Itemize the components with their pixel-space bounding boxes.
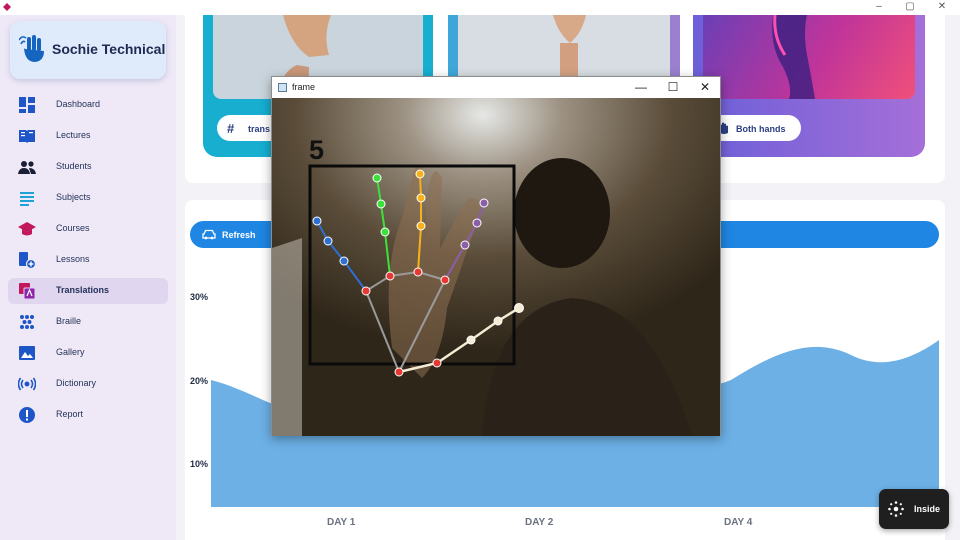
card-chip-label: Both hands <box>736 124 786 134</box>
camera-frame-window[interactable]: frame — ☐ ✕ 5 <box>271 76 721 436</box>
sidebar-item-label: Translations <box>56 285 110 295</box>
frame-window-icon <box>278 83 287 92</box>
lessons-icon <box>19 252 36 269</box>
graduation-cap-icon <box>18 222 36 236</box>
sidebar-item-subjects[interactable]: Subjects <box>8 185 168 211</box>
sidebar-item-label: Lessons <box>56 254 90 264</box>
sidebar-item-braille[interactable]: Braille <box>8 309 168 335</box>
x-tick-label: DAY 2 <box>525 517 554 528</box>
maximize-button[interactable]: ▢ <box>903 1 917 13</box>
sidebar-item-dashboard[interactable]: Dashboard <box>8 92 168 118</box>
finger-count-label: 5 <box>309 135 325 165</box>
sidebar-item-label: Dictionary <box>56 378 97 388</box>
camera-feed: 5 <box>272 98 720 436</box>
people-icon <box>18 161 36 174</box>
frame-close-button[interactable]: ✕ <box>697 80 713 94</box>
sidebar-item-label: Report <box>56 409 84 419</box>
x-tick-label: DAY 4 <box>724 517 753 528</box>
sign-hand-icon <box>19 35 44 62</box>
sidebar-item-label: Dashboard <box>56 99 101 109</box>
sidebar-item-students[interactable]: Students <box>8 154 168 180</box>
hashtag-icon: # <box>227 121 235 136</box>
card-chip-label: trans <box>248 124 271 134</box>
sidebar-item-label: Courses <box>56 223 90 233</box>
sidebar-item-lectures[interactable]: Lectures <box>8 123 168 149</box>
sidebar-item-label: Braille <box>56 316 82 326</box>
braille-icon <box>20 315 34 329</box>
card-image <box>703 14 915 99</box>
inside-label: Inside <box>914 504 941 514</box>
x-tick-label: DAY 1 <box>327 517 356 528</box>
frame-title: frame <box>292 82 316 92</box>
refresh-label: Refresh <box>222 230 256 240</box>
category-card[interactable]: Both hands <box>693 14 925 157</box>
alert-icon <box>19 407 35 423</box>
frame-title-bar[interactable]: frame — ☐ ✕ <box>272 77 720 98</box>
brand-card[interactable]: Sochie Technical <box>10 21 166 79</box>
translate-icon <box>19 283 36 300</box>
sparkle-icon <box>888 501 904 517</box>
y-tick-label: 30% <box>190 292 209 302</box>
minimize-button[interactable]: – <box>872 1 886 13</box>
camera-image <box>272 98 720 436</box>
sidebar-item-report[interactable]: Report <box>8 402 168 428</box>
image-icon <box>19 346 35 360</box>
frame-maximize-button[interactable]: ☐ <box>665 80 681 94</box>
sidebar: Sochie Technical Dashboard Lectures Stud… <box>0 15 176 540</box>
close-button[interactable]: ✕ <box>935 1 949 13</box>
y-tick-label: 10% <box>190 459 209 469</box>
car-icon <box>202 229 216 240</box>
sidebar-item-gallery[interactable]: Gallery <box>8 340 168 366</box>
sidebar-item-dictionary[interactable]: Dictionary <box>8 371 168 397</box>
sidebar-item-label: Lectures <box>56 130 91 140</box>
brand-name: Sochie Technical <box>52 41 166 57</box>
inside-button[interactable]: Inside <box>879 489 949 529</box>
book-icon <box>19 130 35 143</box>
y-tick-label: 20% <box>190 376 209 386</box>
sidebar-item-courses[interactable]: Courses <box>8 216 168 242</box>
window-title-bar: – ▢ ✕ <box>0 0 960 15</box>
neon-hand-image <box>772 14 815 99</box>
sidebar-item-translations[interactable]: Translations <box>8 278 168 304</box>
app-icon <box>3 3 11 11</box>
list-icon <box>20 192 34 206</box>
sidebar-item-label: Students <box>56 161 92 171</box>
frame-minimize-button[interactable]: — <box>633 80 649 94</box>
sidebar-item-lessons[interactable]: Lessons <box>8 247 168 273</box>
sidebar-item-label: Subjects <box>56 192 91 202</box>
sidebar-item-label: Gallery <box>56 347 85 357</box>
broadcast-icon <box>18 377 36 391</box>
dashboard-icon <box>19 97 35 113</box>
